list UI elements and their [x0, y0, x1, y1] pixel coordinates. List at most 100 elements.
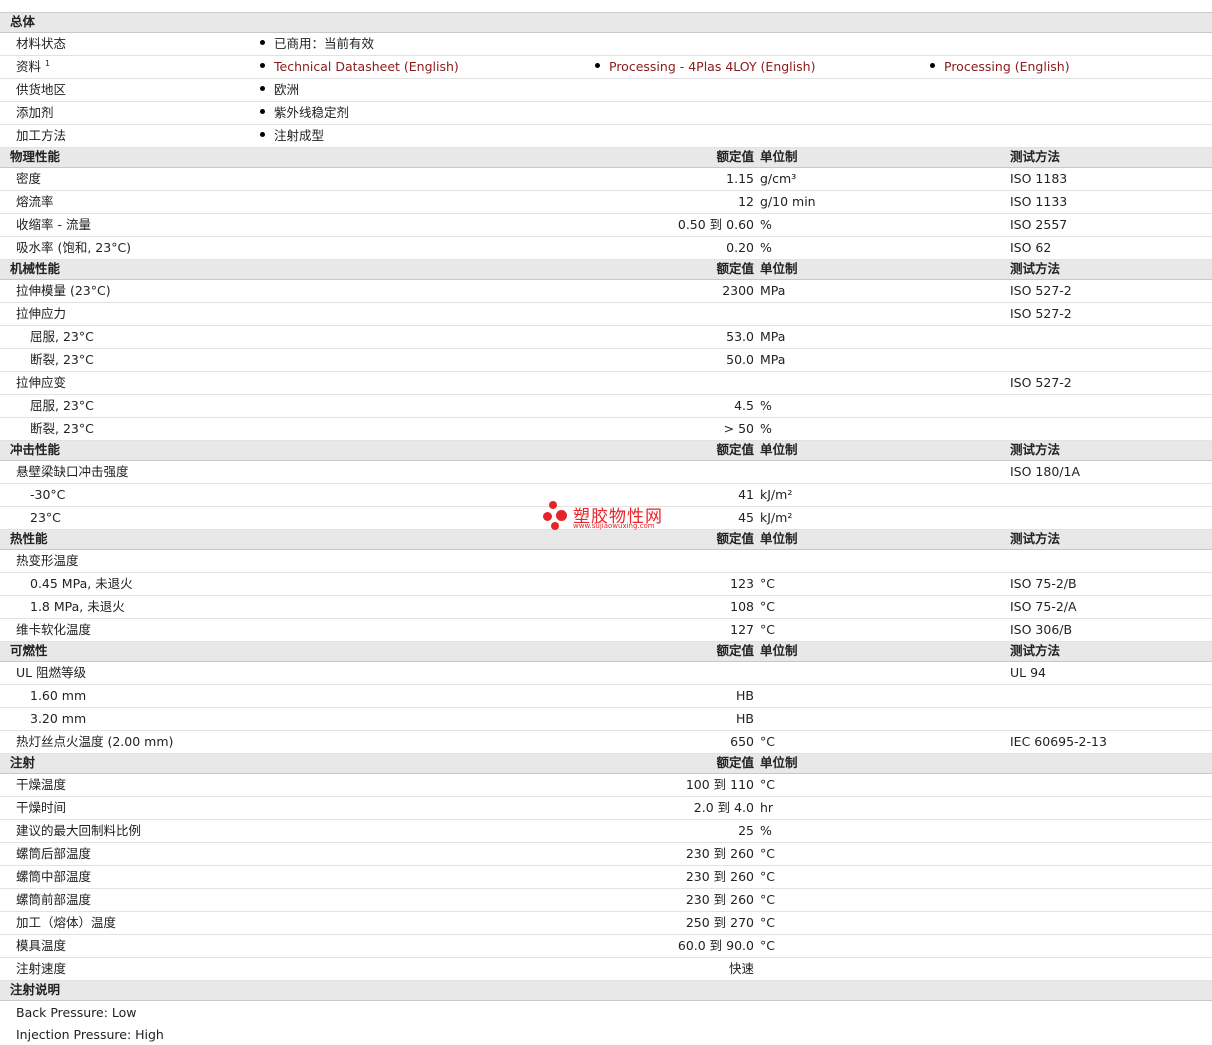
row-value: HB [736, 688, 754, 703]
row-unit: % [760, 823, 772, 838]
property-row: 热灯丝点火温度 (2.00 mm) 650 °C IEC 60695-2-13 [0, 731, 1212, 754]
row-label: 热变形温度 [16, 553, 79, 568]
row-label: 添加剂 [16, 105, 54, 120]
col-header-unit: 单位制 [760, 261, 798, 276]
row-label: 吸水率 (饱和, 23°C) [16, 240, 132, 255]
property-row: 模具温度 60.0 到 90.0 °C [0, 935, 1212, 958]
col-header-nominal: 额定值 [716, 149, 754, 164]
row-unit: °C [760, 846, 775, 861]
row-label: 螺筒后部温度 [16, 846, 92, 861]
section-header-flammability: 可燃性 额定值 单位制 测试方法 [0, 642, 1212, 662]
property-row: 螺筒后部温度 230 到 260 °C [0, 843, 1212, 866]
row-value: 53.0 [726, 329, 754, 344]
row-value: > 50 [723, 421, 754, 436]
row-test-method: ISO 2557 [1010, 217, 1068, 232]
section-header-mechanical: 机械性能 额定值 单位制 测试方法 [0, 260, 1212, 280]
row-value: 2300 [722, 283, 754, 298]
row-label: 拉伸应力 [16, 306, 67, 321]
row-value: 100 到 110 [685, 777, 754, 792]
bullet-icon [595, 63, 600, 68]
row-label: 密度 [16, 171, 42, 186]
row-label: 模具温度 [16, 938, 67, 953]
row-unit: °C [760, 599, 775, 614]
row-label: 拉伸模量 (23°C) [16, 283, 111, 298]
row-label: 资料 1 [16, 59, 51, 74]
general-row-additive: 添加剂 紫外线稳定剂 [0, 102, 1212, 125]
general-row-status: 材料状态 已商用：当前有效 [0, 33, 1212, 56]
col-header-nominal: 额定值 [716, 755, 754, 770]
row-value: 230 到 260 [685, 869, 754, 884]
row-unit: hr [760, 800, 774, 815]
property-row: 断裂, 23°C 50.0 MPa [0, 349, 1212, 372]
bullet-icon [930, 63, 935, 68]
row-label: 材料状态 [16, 36, 67, 51]
row-value: 快速 [728, 961, 754, 976]
row-label: 断裂, 23°C [30, 421, 94, 436]
bullet-item: 欧洲 [260, 83, 299, 97]
section-title: 总体 [10, 14, 36, 29]
row-test-method: ISO 527-2 [1010, 283, 1072, 298]
section-title: 物理性能 [10, 149, 61, 164]
row-test-method: ISO 75-2/A [1010, 599, 1077, 614]
col-header-unit: 单位制 [760, 442, 798, 457]
row-test-method: ISO 306/B [1010, 622, 1073, 637]
row-test-method: IEC 60695-2-13 [1010, 734, 1107, 749]
property-row: 吸水率 (饱和, 23°C) 0.20 % ISO 62 [0, 237, 1212, 260]
row-label: 注射速度 [16, 961, 67, 976]
row-unit: MPa [760, 283, 786, 298]
row-unit: °C [760, 777, 775, 792]
general-row-region: 供货地区 欧洲 [0, 79, 1212, 102]
col-header-test: 测试方法 [1010, 149, 1061, 164]
section-title: 机械性能 [10, 261, 61, 276]
row-label: 干燥温度 [16, 777, 67, 792]
section-header-physical: 物理性能 额定值 单位制 测试方法 [0, 148, 1212, 168]
note-line: Injection Pressure: High [0, 1023, 1212, 1045]
row-unit: °C [760, 938, 775, 953]
row-value: 50.0 [726, 352, 754, 367]
row-label: 维卡软化温度 [16, 622, 92, 637]
general-row-docs: 资料 1 Technical Datasheet (English) Proce… [0, 56, 1212, 79]
row-unit: kJ/m² [760, 487, 793, 502]
row-value: 2.0 到 4.0 [693, 800, 754, 815]
property-row: 屈服, 23°C 4.5 % [0, 395, 1212, 418]
row-label: 3.20 mm [30, 711, 87, 726]
row-label: 螺筒前部温度 [16, 892, 92, 907]
section-title: 注射说明 [10, 982, 61, 997]
row-label: 拉伸应变 [16, 375, 67, 390]
property-row: 建议的最大回制料比例 25 % [0, 820, 1212, 843]
property-row: 拉伸应力 ISO 527-2 [0, 303, 1212, 326]
property-row: 拉伸应变 ISO 527-2 [0, 372, 1212, 395]
row-label: UL 阻燃等级 [16, 665, 87, 680]
row-label: 螺筒中部温度 [16, 869, 92, 884]
row-unit: % [760, 421, 772, 436]
doc-link-processing[interactable]: Processing (English) [930, 60, 1070, 74]
row-test-method: ISO 1133 [1010, 194, 1068, 209]
property-row: 螺筒中部温度 230 到 260 °C [0, 866, 1212, 889]
row-label: 热灯丝点火温度 (2.00 mm) [16, 734, 174, 749]
row-value: 4.5 [734, 398, 754, 413]
row-label: 供货地区 [16, 82, 67, 97]
property-row: 密度 1.15 g/cm³ ISO 1183 [0, 168, 1212, 191]
row-unit: MPa [760, 329, 786, 344]
row-value: HB [736, 711, 754, 726]
property-row: 断裂, 23°C > 50 % [0, 418, 1212, 441]
property-row: 1.60 mm HB [0, 685, 1212, 708]
section-header-impact: 冲击性能 额定值 单位制 测试方法 [0, 441, 1212, 461]
property-row: 拉伸模量 (23°C) 2300 MPa ISO 527-2 [0, 280, 1212, 303]
row-value: 0.20 [726, 240, 754, 255]
section-title: 注射 [10, 755, 36, 770]
doc-link-processing-4plas[interactable]: Processing - 4Plas 4LOY (English) [595, 60, 815, 74]
col-header-test: 测试方法 [1010, 442, 1061, 457]
col-header-unit: 单位制 [760, 755, 798, 770]
row-label: 建议的最大回制料比例 [16, 823, 142, 838]
row-label: 屈服, 23°C [30, 329, 94, 344]
row-unit: % [760, 398, 772, 413]
doc-link-technical-datasheet[interactable]: Technical Datasheet (English) [260, 60, 459, 74]
row-test-method: ISO 1183 [1010, 171, 1068, 186]
property-row: 收缩率 - 流量 0.50 到 0.60 % ISO 2557 [0, 214, 1212, 237]
col-header-test: 测试方法 [1010, 643, 1061, 658]
row-test-method: ISO 180/1A [1010, 464, 1081, 479]
row-value: 230 到 260 [685, 846, 754, 861]
property-row: 热变形温度 [0, 550, 1212, 573]
section-title: 可燃性 [10, 643, 48, 658]
